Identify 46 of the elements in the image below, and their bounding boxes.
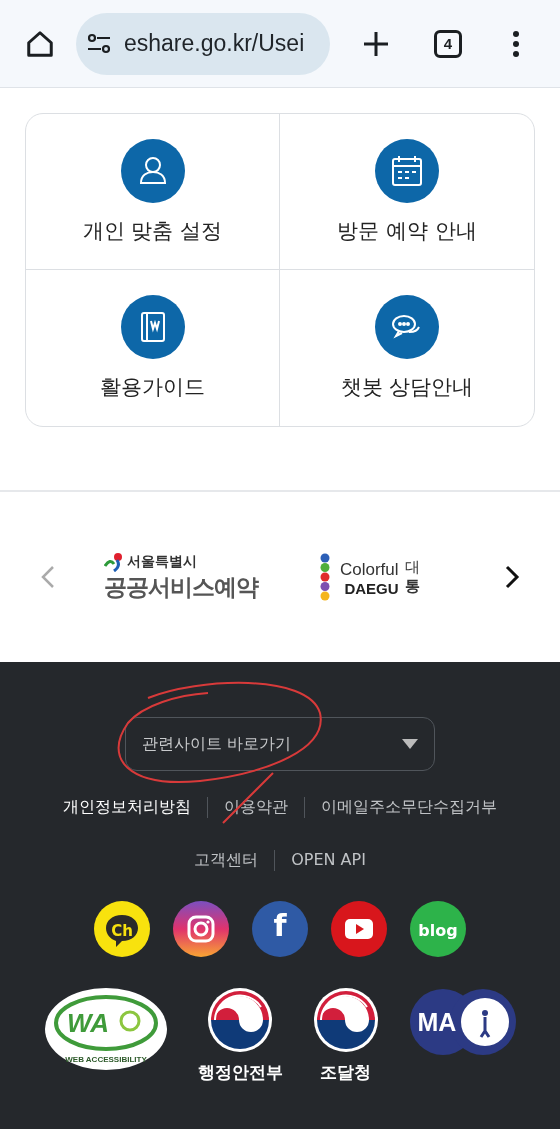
tile-label: 활용가이드: [100, 374, 205, 401]
seoul-emblem-icon: [104, 551, 124, 572]
web-accessibility-mark: WA WEB ACCESSIBILITY: [43, 987, 168, 1071]
menu-tile[interactable]: 방문 예약 안내: [280, 114, 534, 270]
footer-link[interactable]: OPEN API: [274, 850, 382, 871]
tile-label: 개인 맞춤 설정: [82, 217, 223, 245]
footer-link[interactable]: 개인정보처리방침: [47, 797, 207, 818]
tile-label: 챗봇 상담안내: [340, 374, 474, 401]
menu-tile[interactable]: 개인 맞춤 설정: [26, 114, 280, 270]
menu-tile[interactable]: 챗봇 상담안내: [280, 270, 534, 426]
logo-text: Colorful: [340, 559, 399, 580]
agency-name: 조달청: [320, 1061, 371, 1084]
select-placeholder: 관련사이트 바로가기: [142, 733, 292, 755]
footer-link[interactable]: 고객센터: [178, 850, 275, 871]
daegu-logo[interactable]: Colorful DAEGU 대 통: [318, 553, 420, 601]
taegeuk-emblem-icon: [312, 987, 379, 1053]
more-menu-icon[interactable]: [512, 29, 520, 58]
logo-text: 공공서비스예약: [104, 572, 258, 602]
color-dots-icon: [318, 553, 332, 601]
kakao-icon[interactable]: Ch: [94, 901, 150, 957]
home-icon[interactable]: [25, 28, 55, 59]
youtube-icon[interactable]: [331, 901, 387, 957]
logo-text: 통: [404, 577, 420, 596]
dropdown-caret-icon: [402, 739, 418, 749]
logo-text: DAEGU: [344, 579, 399, 597]
footer-link[interactable]: 이메일주소무단수집거부: [304, 797, 513, 818]
address-bar[interactable]: eshare.go.kr/Usei: [76, 12, 330, 75]
instagram-icon[interactable]: [173, 901, 229, 957]
calendar-icon: [375, 138, 439, 203]
site-settings-icon: [86, 31, 112, 56]
url-text: eshare.go.kr/Usei: [124, 30, 305, 57]
tile-label: 방문 예약 안내: [337, 217, 477, 245]
logo-text: 대: [404, 558, 420, 577]
agency-name: 행정안전부: [197, 1061, 283, 1084]
facebook-icon[interactable]: f: [252, 901, 308, 957]
person-icon: [120, 138, 185, 203]
tab-count-button[interactable]: 4: [434, 29, 462, 58]
logo-text: 서울특별시: [127, 552, 197, 571]
book-icon: [120, 295, 185, 359]
seoul-service-logo[interactable]: 서울특별시 공공서비스예약: [104, 551, 258, 603]
mobile-accessibility-mark: MA: [408, 987, 517, 1057]
chat-icon: [375, 295, 439, 359]
menu-tile[interactable]: 활용가이드: [26, 270, 280, 426]
related-sites-select[interactable]: 관련사이트 바로가기: [125, 717, 435, 771]
taegeuk-emblem-icon: [207, 987, 273, 1053]
plus-icon[interactable]: [362, 29, 390, 58]
